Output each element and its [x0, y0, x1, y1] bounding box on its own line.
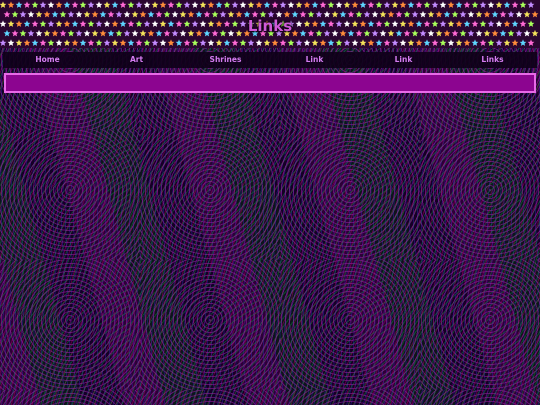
- nav-link-links[interactable]: Links: [448, 52, 537, 68]
- nav-link-link-1[interactable]: Link: [270, 52, 359, 68]
- nav-bar: Home Art Shrines Link Link Links: [3, 52, 537, 68]
- page-title: Links: [247, 17, 293, 35]
- nav-link-shrines[interactable]: Shrines: [181, 52, 270, 68]
- nav-link-art[interactable]: Art: [92, 52, 181, 68]
- nav-link-home[interactable]: Home: [3, 52, 92, 68]
- nav-link-link-2[interactable]: Link: [359, 52, 448, 68]
- content-bar: [4, 73, 536, 93]
- header-banner: Links: [0, 0, 540, 48]
